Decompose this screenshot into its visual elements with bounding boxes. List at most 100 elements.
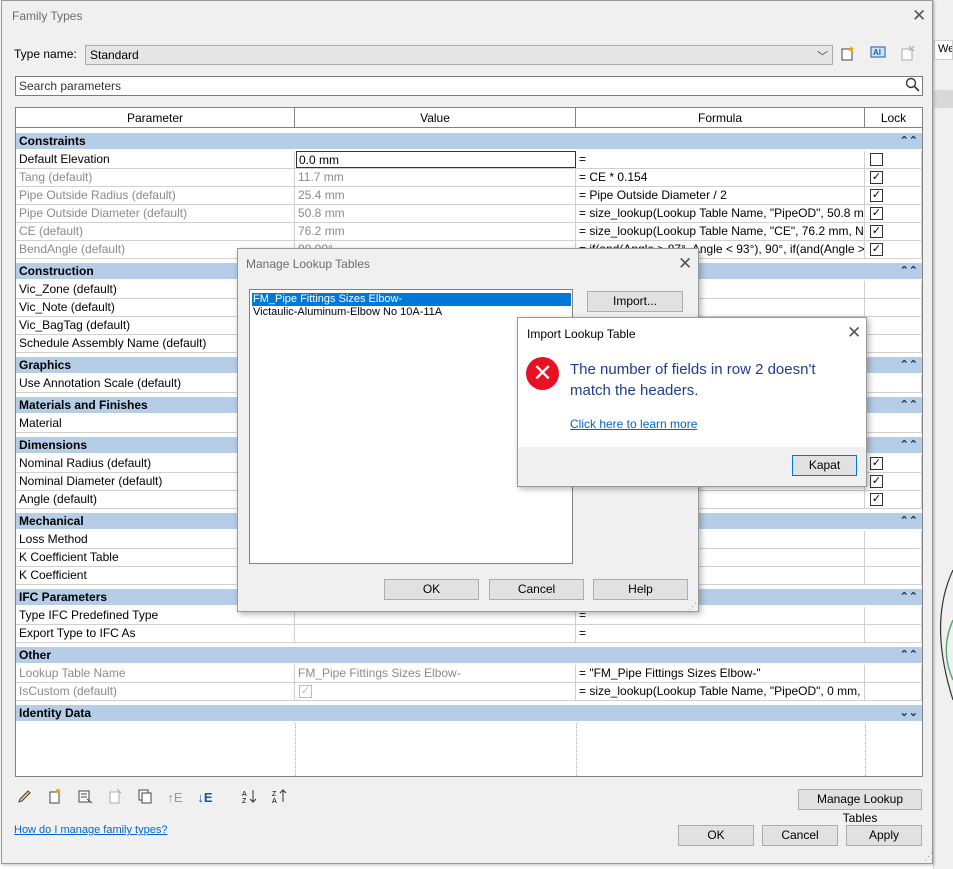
table-row[interactable]: Pipe Outside Radius (default) 25.4 mm = … [16, 187, 922, 205]
column-header-lock[interactable]: Lock [865, 108, 922, 128]
lock-checkbox[interactable]: ✓ [870, 207, 883, 220]
section-identity[interactable]: Identity Data ⌄⌄ [16, 705, 922, 722]
list-item[interactable]: FM_Pipe Fittings Sizes Elbow- [252, 293, 571, 306]
param-name: Pipe Outside Radius (default) [16, 187, 295, 205]
table-row[interactable]: Default Elevation 0.0 mm = [16, 151, 922, 169]
lock-cell [865, 683, 922, 701]
formula-cell[interactable]: = [576, 151, 865, 169]
value-cell: 11.7 mm [295, 169, 576, 187]
lock-checkbox[interactable]: ✓ [870, 457, 883, 470]
lock-cell [865, 607, 922, 625]
lock-checkbox[interactable]: ✓ [870, 475, 883, 488]
search-input[interactable]: Search parameters [15, 76, 923, 96]
delete-parameter-icon[interactable] [75, 788, 95, 808]
param-name: Tang (default) [16, 169, 295, 187]
value-cell[interactable] [295, 625, 576, 643]
collapse-icon: ⌃⌃ [899, 359, 918, 371]
lock-checkbox[interactable]: ✓ [870, 225, 883, 238]
table-row[interactable]: Pipe Outside Diameter (default) 50.8 mm … [16, 205, 922, 223]
resize-grip-icon[interactable]: ⋰ [924, 851, 933, 862]
import-button[interactable]: Import... [587, 291, 683, 312]
sort-ascending-icon[interactable]: AZ [240, 788, 260, 808]
new-type-icon[interactable] [838, 45, 858, 65]
formula-cell[interactable]: = Pipe Outside Diameter / 2 [576, 187, 865, 205]
collapse-icon: ⌃⌃ [899, 649, 918, 661]
resize-grip-icon[interactable]: ⋰ [688, 601, 697, 612]
lock-checkbox[interactable]: ✓ [870, 189, 883, 202]
type-name-value: Standard [90, 48, 139, 62]
background-right-strip [933, 0, 953, 869]
lock-checkbox[interactable]: ✓ [870, 243, 883, 256]
section-constraints[interactable]: Constraints ⌃⌃ [16, 133, 922, 150]
new-parameter-icon[interactable] [45, 788, 65, 808]
edit-parameter-icon[interactable] [15, 788, 35, 808]
close-icon[interactable]: ✕ [678, 255, 692, 272]
rename-type-icon[interactable]: AI [868, 45, 888, 65]
copy-icon[interactable] [135, 788, 155, 808]
column-header-value[interactable]: Value [295, 108, 576, 128]
search-icon[interactable] [905, 77, 920, 96]
close-icon[interactable]: ✕ [847, 324, 861, 341]
ok-button[interactable]: OK [678, 825, 754, 846]
table-row[interactable]: CE (default) 76.2 mm = size_lookup(Looku… [16, 223, 922, 241]
value-cell: 76.2 mm [295, 223, 576, 241]
close-button[interactable]: Kapat [792, 455, 857, 476]
close-icon[interactable]: ✕ [912, 7, 926, 24]
cancel-button[interactable]: Cancel [489, 579, 584, 600]
column-header-formula[interactable]: Formula [576, 108, 865, 128]
lock-cell [865, 549, 922, 567]
delete-type-icon[interactable] [898, 45, 918, 65]
table-row[interactable]: Tang (default) 11.7 mm = CE * 0.154 ✓ [16, 169, 922, 187]
sort-descending-icon[interactable]: ZA [270, 788, 290, 808]
section-label: Graphics [19, 358, 72, 372]
param-name: Export Type to IFC As [16, 625, 295, 643]
section-label: Mechanical [19, 514, 84, 528]
lock-checkbox[interactable] [870, 153, 883, 166]
move-down-icon[interactable]: ↓E [195, 788, 215, 808]
param-name: Pipe Outside Diameter (default) [16, 205, 295, 223]
apply-button[interactable]: Apply [846, 825, 922, 846]
formula-cell[interactable]: = [576, 625, 865, 643]
lock-cell [865, 375, 922, 393]
section-label: Construction [19, 264, 94, 278]
table-row[interactable]: Export Type to IFC As = [16, 625, 922, 643]
lock-cell [865, 317, 922, 335]
manage-lookup-tables-button[interactable]: Manage Lookup Tables [798, 789, 922, 825]
svg-text:Z: Z [272, 791, 277, 798]
collapse-icon: ⌃⌃ [899, 515, 918, 527]
learn-more-link[interactable]: Click here to learn more [570, 417, 697, 431]
section-label: Dimensions [19, 438, 88, 452]
type-name-select[interactable]: Standard ﹀ [85, 45, 833, 65]
svg-text:A: A [242, 791, 247, 798]
table-row[interactable]: Lookup Table Name FM_Pipe Fittings Sizes … [16, 665, 922, 683]
section-other[interactable]: Other ⌃⌃ [16, 647, 922, 664]
formula-cell[interactable]: = size_lookup(Lookup Table Name, "PipeOD… [576, 205, 865, 223]
lock-checkbox[interactable]: ✓ [870, 493, 883, 506]
disabled-action-icon[interactable] [105, 788, 125, 808]
lock-cell [865, 415, 922, 433]
help-link[interactable]: How do I manage family types? [14, 824, 167, 836]
column-header-parameter[interactable]: Parameter [16, 108, 295, 128]
help-button[interactable]: Help [593, 579, 688, 600]
section-label: Materials and Finishes [19, 398, 148, 412]
table-row[interactable]: IsCustom (default) ✓ = size_lookup(Lookup … [16, 683, 922, 701]
column-divider [576, 723, 577, 776]
formula-cell[interactable]: = size_lookup(Lookup Table Name, "CE", 7… [576, 223, 865, 241]
manage-lookup-title: Manage Lookup Tables [246, 257, 370, 271]
lock-checkbox[interactable]: ✓ [870, 171, 883, 184]
formula-cell[interactable]: = size_lookup(Lookup Table Name, "PipeOD… [576, 683, 865, 701]
ok-button[interactable]: OK [384, 579, 479, 600]
formula-cell[interactable]: = "FM_Pipe Fittings Sizes Elbow-" [576, 665, 865, 683]
svg-text:A: A [272, 798, 277, 804]
value-input[interactable]: 0.0 mm [296, 151, 576, 168]
cancel-button[interactable]: Cancel [762, 825, 838, 846]
move-up-icon[interactable]: ↑E [165, 788, 185, 808]
grid-header: Parameter Value Formula Lock [16, 108, 922, 128]
formula-cell[interactable]: = CE * 0.154 [576, 169, 865, 187]
collapse-icon: ⌃⌃ [899, 439, 918, 451]
import-dialog-title: Import Lookup Table [527, 327, 636, 341]
lock-cell [865, 567, 922, 585]
value-checkbox: ✓ [299, 685, 312, 698]
background-tab[interactable]: We [934, 40, 953, 60]
svg-text:AI: AI [873, 48, 881, 57]
